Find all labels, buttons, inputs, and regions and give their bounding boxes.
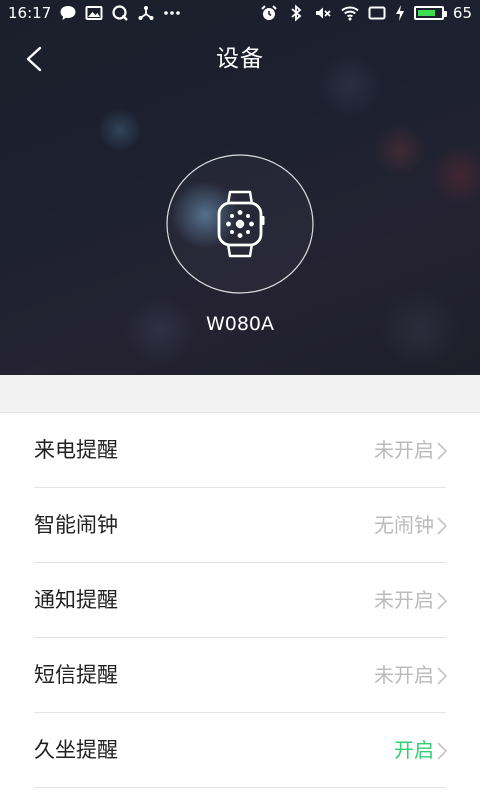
chevron-right-icon	[437, 517, 448, 535]
setting-label: 久坐提醒	[34, 738, 118, 762]
status-time: 16:17	[8, 4, 52, 22]
settings-list: 来电提醒 未开启 智能闹钟 无闹钟 通知提醒 未开启 短信提醒 未开启 久坐提醒…	[0, 413, 480, 788]
setting-row-sedentary[interactable]: 久坐提醒 开启	[0, 713, 480, 788]
setting-status: 未开启	[374, 588, 434, 612]
more-dots-icon	[164, 11, 181, 15]
setting-row-smart-alarm[interactable]: 智能闹钟 无闹钟	[0, 488, 480, 563]
setting-label: 通知提醒	[34, 588, 118, 612]
chevron-right-icon	[437, 742, 448, 760]
setting-label: 智能闹钟	[34, 513, 118, 537]
screen-icon	[368, 6, 386, 20]
device-image[interactable]	[166, 154, 314, 294]
status-bar: 16:17 65	[0, 0, 480, 28]
setting-row-incoming-call[interactable]: 来电提醒 未开启	[0, 413, 480, 488]
setting-label: 短信提醒	[34, 663, 118, 687]
battery-percentage: 65	[452, 4, 472, 22]
q-app-icon	[112, 5, 129, 21]
network-share-icon	[138, 6, 154, 20]
setting-status: 无闹钟	[374, 513, 434, 537]
device-name: W080A	[205, 313, 275, 335]
chat-bubble-icon	[60, 6, 76, 20]
bluetooth-icon	[291, 4, 302, 22]
setting-label: 来电提醒	[34, 438, 118, 462]
setting-status: 未开启	[374, 663, 434, 687]
setting-row-sms[interactable]: 短信提醒 未开启	[0, 638, 480, 713]
setting-status: 开启	[394, 738, 434, 762]
chevron-right-icon	[437, 442, 448, 460]
mute-icon	[315, 7, 331, 19]
battery-level-fill	[417, 10, 435, 16]
chevron-right-icon	[437, 592, 448, 610]
battery-icon	[413, 6, 447, 20]
wifi-icon	[341, 6, 359, 21]
charging-bolt-icon	[395, 5, 404, 21]
device-header-banner: 16:17 65 设备 W080A	[0, 0, 480, 375]
chevron-right-icon	[437, 667, 448, 685]
row-divider	[34, 787, 446, 788]
page-title: 设备	[216, 46, 264, 72]
image-icon	[85, 6, 103, 20]
alarm-icon	[261, 5, 277, 20]
setting-status: 未开启	[374, 438, 434, 462]
setting-row-notification[interactable]: 通知提醒 未开启	[0, 563, 480, 638]
section-divider	[0, 375, 480, 413]
